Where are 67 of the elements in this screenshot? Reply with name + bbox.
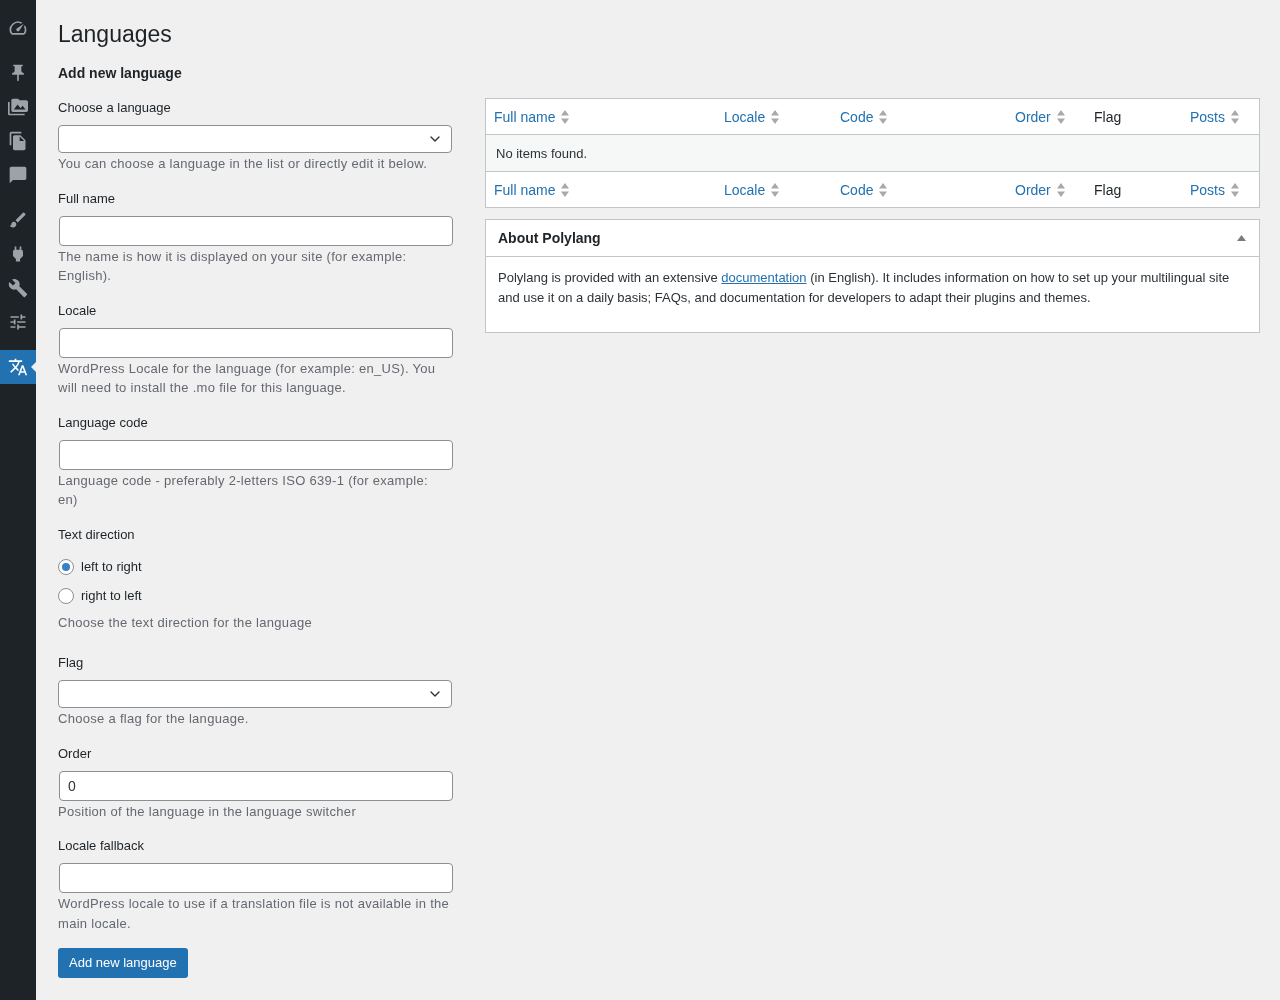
field-label: Locale xyxy=(58,301,97,320)
input-field[interactable] xyxy=(59,439,453,470)
radio-label[interactable]: left to right xyxy=(81,557,142,576)
field-description: Language code - preferably 2-letters ISO 639-1 (for example: en) xyxy=(58,471,429,509)
field-description: Choose the text direction for the language xyxy=(58,613,313,632)
column-header-link[interactable]: Full name xyxy=(494,179,570,200)
sort-arrows-icon xyxy=(879,109,888,124)
sort-arrows-icon xyxy=(1056,182,1065,197)
radio-label[interactable]: right to left xyxy=(81,586,142,605)
add-language-button[interactable]: Add new language xyxy=(58,948,188,978)
field-label: Order xyxy=(58,744,92,763)
column-header-link[interactable]: Locale xyxy=(724,179,780,200)
photos-icon xyxy=(8,97,28,117)
sliders-icon xyxy=(8,312,28,332)
input-field[interactable] xyxy=(59,863,453,893)
field-label: Language code xyxy=(58,413,148,432)
field-label: Flag xyxy=(58,654,84,672)
input-field[interactable]: 0 xyxy=(59,770,453,801)
field-description: WordPress Locale for the language (for example: en_US). You will need to install the .mo file for this language. xyxy=(58,359,437,397)
about-text: Polylang is provided with an extensive documentation (in English). It includes information on how to set up your multilingual site and use it on a daily basis; FAQs, and documentation for developers to adapt their plugins and themes. xyxy=(498,269,1231,307)
gauge-icon xyxy=(8,18,28,38)
column-header-link[interactable]: Posts xyxy=(1190,179,1239,200)
paintbrush-icon xyxy=(8,210,28,230)
column-header-link[interactable]: Full name xyxy=(494,106,570,127)
sort-arrows-icon xyxy=(879,182,888,197)
empty-message: No items found. xyxy=(496,144,588,163)
translate-icon xyxy=(8,357,28,377)
column-header-link[interactable]: Code xyxy=(840,179,888,200)
field-description: Choose a flag for the language. xyxy=(58,710,250,728)
dropdown-select[interactable] xyxy=(58,125,452,153)
panel-title: About Polylang xyxy=(498,229,601,247)
column-header: Flag xyxy=(1094,108,1122,125)
input-field[interactable] xyxy=(59,215,453,246)
dropdown-select[interactable] xyxy=(58,680,452,708)
sort-arrows-icon xyxy=(1056,109,1065,124)
sort-arrows-icon xyxy=(771,109,780,124)
column-header-link[interactable]: Posts xyxy=(1190,106,1239,127)
sort-arrows-icon xyxy=(561,182,570,197)
column-header-link[interactable]: Order xyxy=(1015,106,1065,127)
active-pointer-icon xyxy=(31,362,36,372)
field-description: Position of the language in the language switcher xyxy=(58,802,357,821)
section-heading: Add new language xyxy=(58,64,182,82)
column-header-link[interactable]: Code xyxy=(840,106,888,127)
field-description: The name is how it is displayed on your site (for example: English). xyxy=(58,247,408,285)
column-header: Flag xyxy=(1094,181,1122,198)
sort-arrows-icon xyxy=(1231,182,1239,197)
column-header-link[interactable]: Locale xyxy=(724,106,780,127)
radio-button[interactable] xyxy=(58,558,74,575)
triangle-up-icon xyxy=(1236,235,1246,241)
field-description: WordPress locale to use if a translation file is not available in the main locale. xyxy=(58,895,450,933)
sort-arrows-icon xyxy=(561,109,570,124)
field-description: You can choose a language in the list or directly edit it below. xyxy=(58,155,429,173)
sort-arrows-icon xyxy=(1231,109,1239,124)
column-header-link[interactable]: Order xyxy=(1015,179,1065,200)
field-label: Locale fallback xyxy=(58,837,144,855)
sidebar-menu-item[interactable] xyxy=(0,350,36,384)
page-title: Languages xyxy=(58,20,172,49)
copy-icon xyxy=(8,131,28,151)
field-label: Choose a language xyxy=(58,99,171,117)
sort-arrows-icon xyxy=(771,182,780,197)
documentation-link[interactable]: documentation xyxy=(721,270,807,285)
field-label: Full name xyxy=(58,189,116,208)
wrench-icon xyxy=(8,278,28,298)
field-label: Text direction xyxy=(58,525,135,544)
input-field[interactable] xyxy=(59,327,453,358)
radio-button[interactable] xyxy=(58,587,74,604)
speech-bubble-icon xyxy=(8,165,28,185)
